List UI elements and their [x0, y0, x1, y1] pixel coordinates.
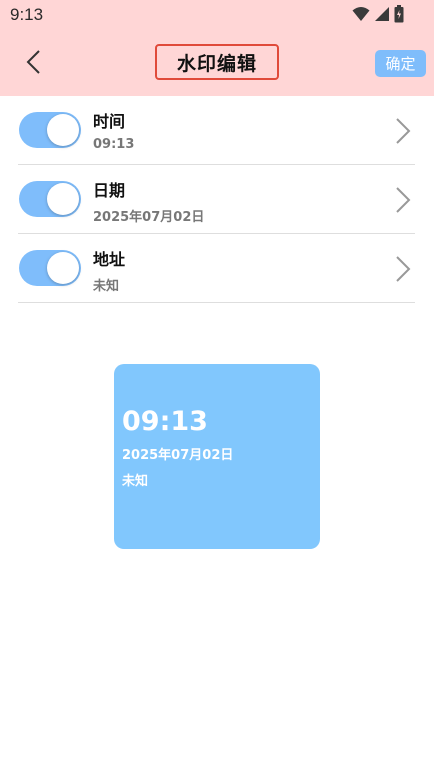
page-title-box: 水印编辑 [155, 44, 279, 80]
time-toggle[interactable] [19, 112, 81, 148]
setting-value: 未知 [93, 279, 120, 294]
status-icons [352, 5, 404, 23]
wifi-icon [352, 6, 370, 22]
setting-row-address[interactable]: 地址 未知 [18, 234, 415, 303]
setting-label: 日期 [93, 181, 126, 200]
chevron-right-icon[interactable] [395, 118, 411, 144]
watermark-preview[interactable]: 09:13 2025年07月02日 未知 [114, 364, 320, 549]
chevron-right-icon[interactable] [395, 187, 411, 213]
battery-icon [394, 5, 404, 23]
toggle-knob [47, 114, 79, 146]
signal-icon [374, 6, 390, 22]
header-bar: 9:13 水印编辑 确定 [0, 0, 434, 96]
status-time: 9:13 [10, 5, 44, 24]
chevron-left-icon [20, 50, 48, 80]
back-button[interactable] [20, 48, 48, 76]
setting-row-time[interactable]: 时间 09:13 [18, 96, 415, 165]
confirm-button[interactable]: 确定 [375, 50, 426, 77]
preview-address: 未知 [122, 474, 149, 489]
setting-value: 2025年07月02日 [93, 210, 205, 225]
preview-date: 2025年07月02日 [122, 448, 234, 463]
preview-time: 09:13 [122, 406, 208, 437]
toggle-knob [47, 252, 79, 284]
page-title: 水印编辑 [176, 52, 257, 75]
setting-row-date[interactable]: 日期 2025年07月02日 [18, 165, 415, 234]
chevron-right-icon[interactable] [395, 256, 411, 282]
setting-value: 09:13 [93, 137, 135, 152]
setting-label: 地址 [93, 250, 126, 269]
toggle-knob [47, 183, 79, 215]
date-toggle[interactable] [19, 181, 81, 217]
address-toggle[interactable] [19, 250, 81, 286]
setting-label: 时间 [93, 112, 126, 131]
